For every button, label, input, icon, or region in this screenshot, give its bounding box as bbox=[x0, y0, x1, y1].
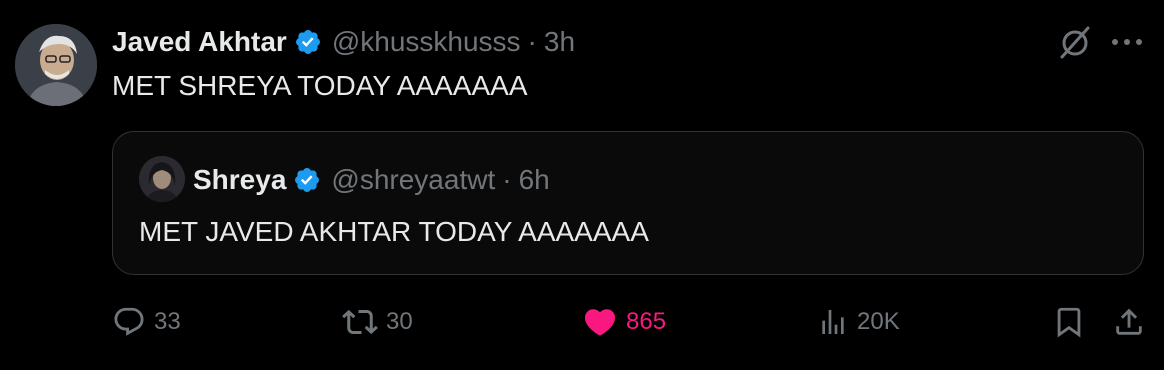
like-count: 865 bbox=[626, 308, 667, 335]
quoted-post[interactable]: Shreya @shreyaatwt · 6h MET JAVED AKHTAR… bbox=[112, 131, 1144, 275]
heart-icon bbox=[584, 309, 616, 336]
post-text: MET SHREYA TODAY AAAAAAA bbox=[112, 70, 528, 101]
author-name[interactable]: Javed Akhtar bbox=[112, 26, 287, 58]
tweet[interactable]: Javed Akhtar @khusskhusss · 3h MET SHREY… bbox=[0, 0, 1164, 370]
more-icon[interactable] bbox=[1110, 34, 1144, 50]
bookmark-button[interactable] bbox=[1052, 302, 1086, 342]
verified-badge-icon bbox=[295, 30, 320, 54]
quoted-author-name[interactable]: Shreya bbox=[193, 164, 286, 196]
repost-icon bbox=[342, 309, 378, 335]
views-icon bbox=[822, 310, 844, 334]
verified-badge-icon bbox=[295, 168, 320, 192]
author-handle[interactable]: @khusskhusss bbox=[332, 26, 521, 58]
quoted-author-handle[interactable]: @shreyaatwt bbox=[331, 164, 495, 196]
share-icon bbox=[1116, 308, 1142, 335]
views-count: 20K bbox=[857, 308, 900, 335]
views-button[interactable]: 20K bbox=[817, 302, 900, 342]
quoted-post-header: Shreya @shreyaatwt · 6h bbox=[193, 160, 550, 200]
post-timestamp[interactable]: 3h bbox=[544, 26, 575, 58]
separator-dot: · bbox=[527, 26, 537, 57]
share-button[interactable] bbox=[1112, 302, 1146, 342]
action-bar: 33 30 865 20K bbox=[112, 302, 1152, 342]
repost-button[interactable]: 30 bbox=[342, 302, 413, 342]
post-header: Javed Akhtar @khusskhusss · 3h bbox=[112, 22, 575, 62]
repost-count: 30 bbox=[386, 308, 413, 335]
like-button[interactable]: 865 bbox=[582, 302, 666, 342]
separator-dot: · bbox=[502, 164, 512, 195]
author-avatar[interactable] bbox=[15, 24, 97, 106]
quoted-author-avatar[interactable] bbox=[139, 156, 185, 202]
quoted-post-text: MET JAVED AKHTAR TODAY AAAAAAA bbox=[139, 216, 649, 247]
grok-icon[interactable] bbox=[1057, 24, 1093, 60]
quoted-post-timestamp[interactable]: 6h bbox=[519, 164, 550, 196]
reply-icon bbox=[114, 307, 144, 336]
reply-count: 33 bbox=[154, 308, 181, 335]
reply-button[interactable]: 33 bbox=[112, 302, 181, 342]
bookmark-icon bbox=[1057, 307, 1081, 338]
